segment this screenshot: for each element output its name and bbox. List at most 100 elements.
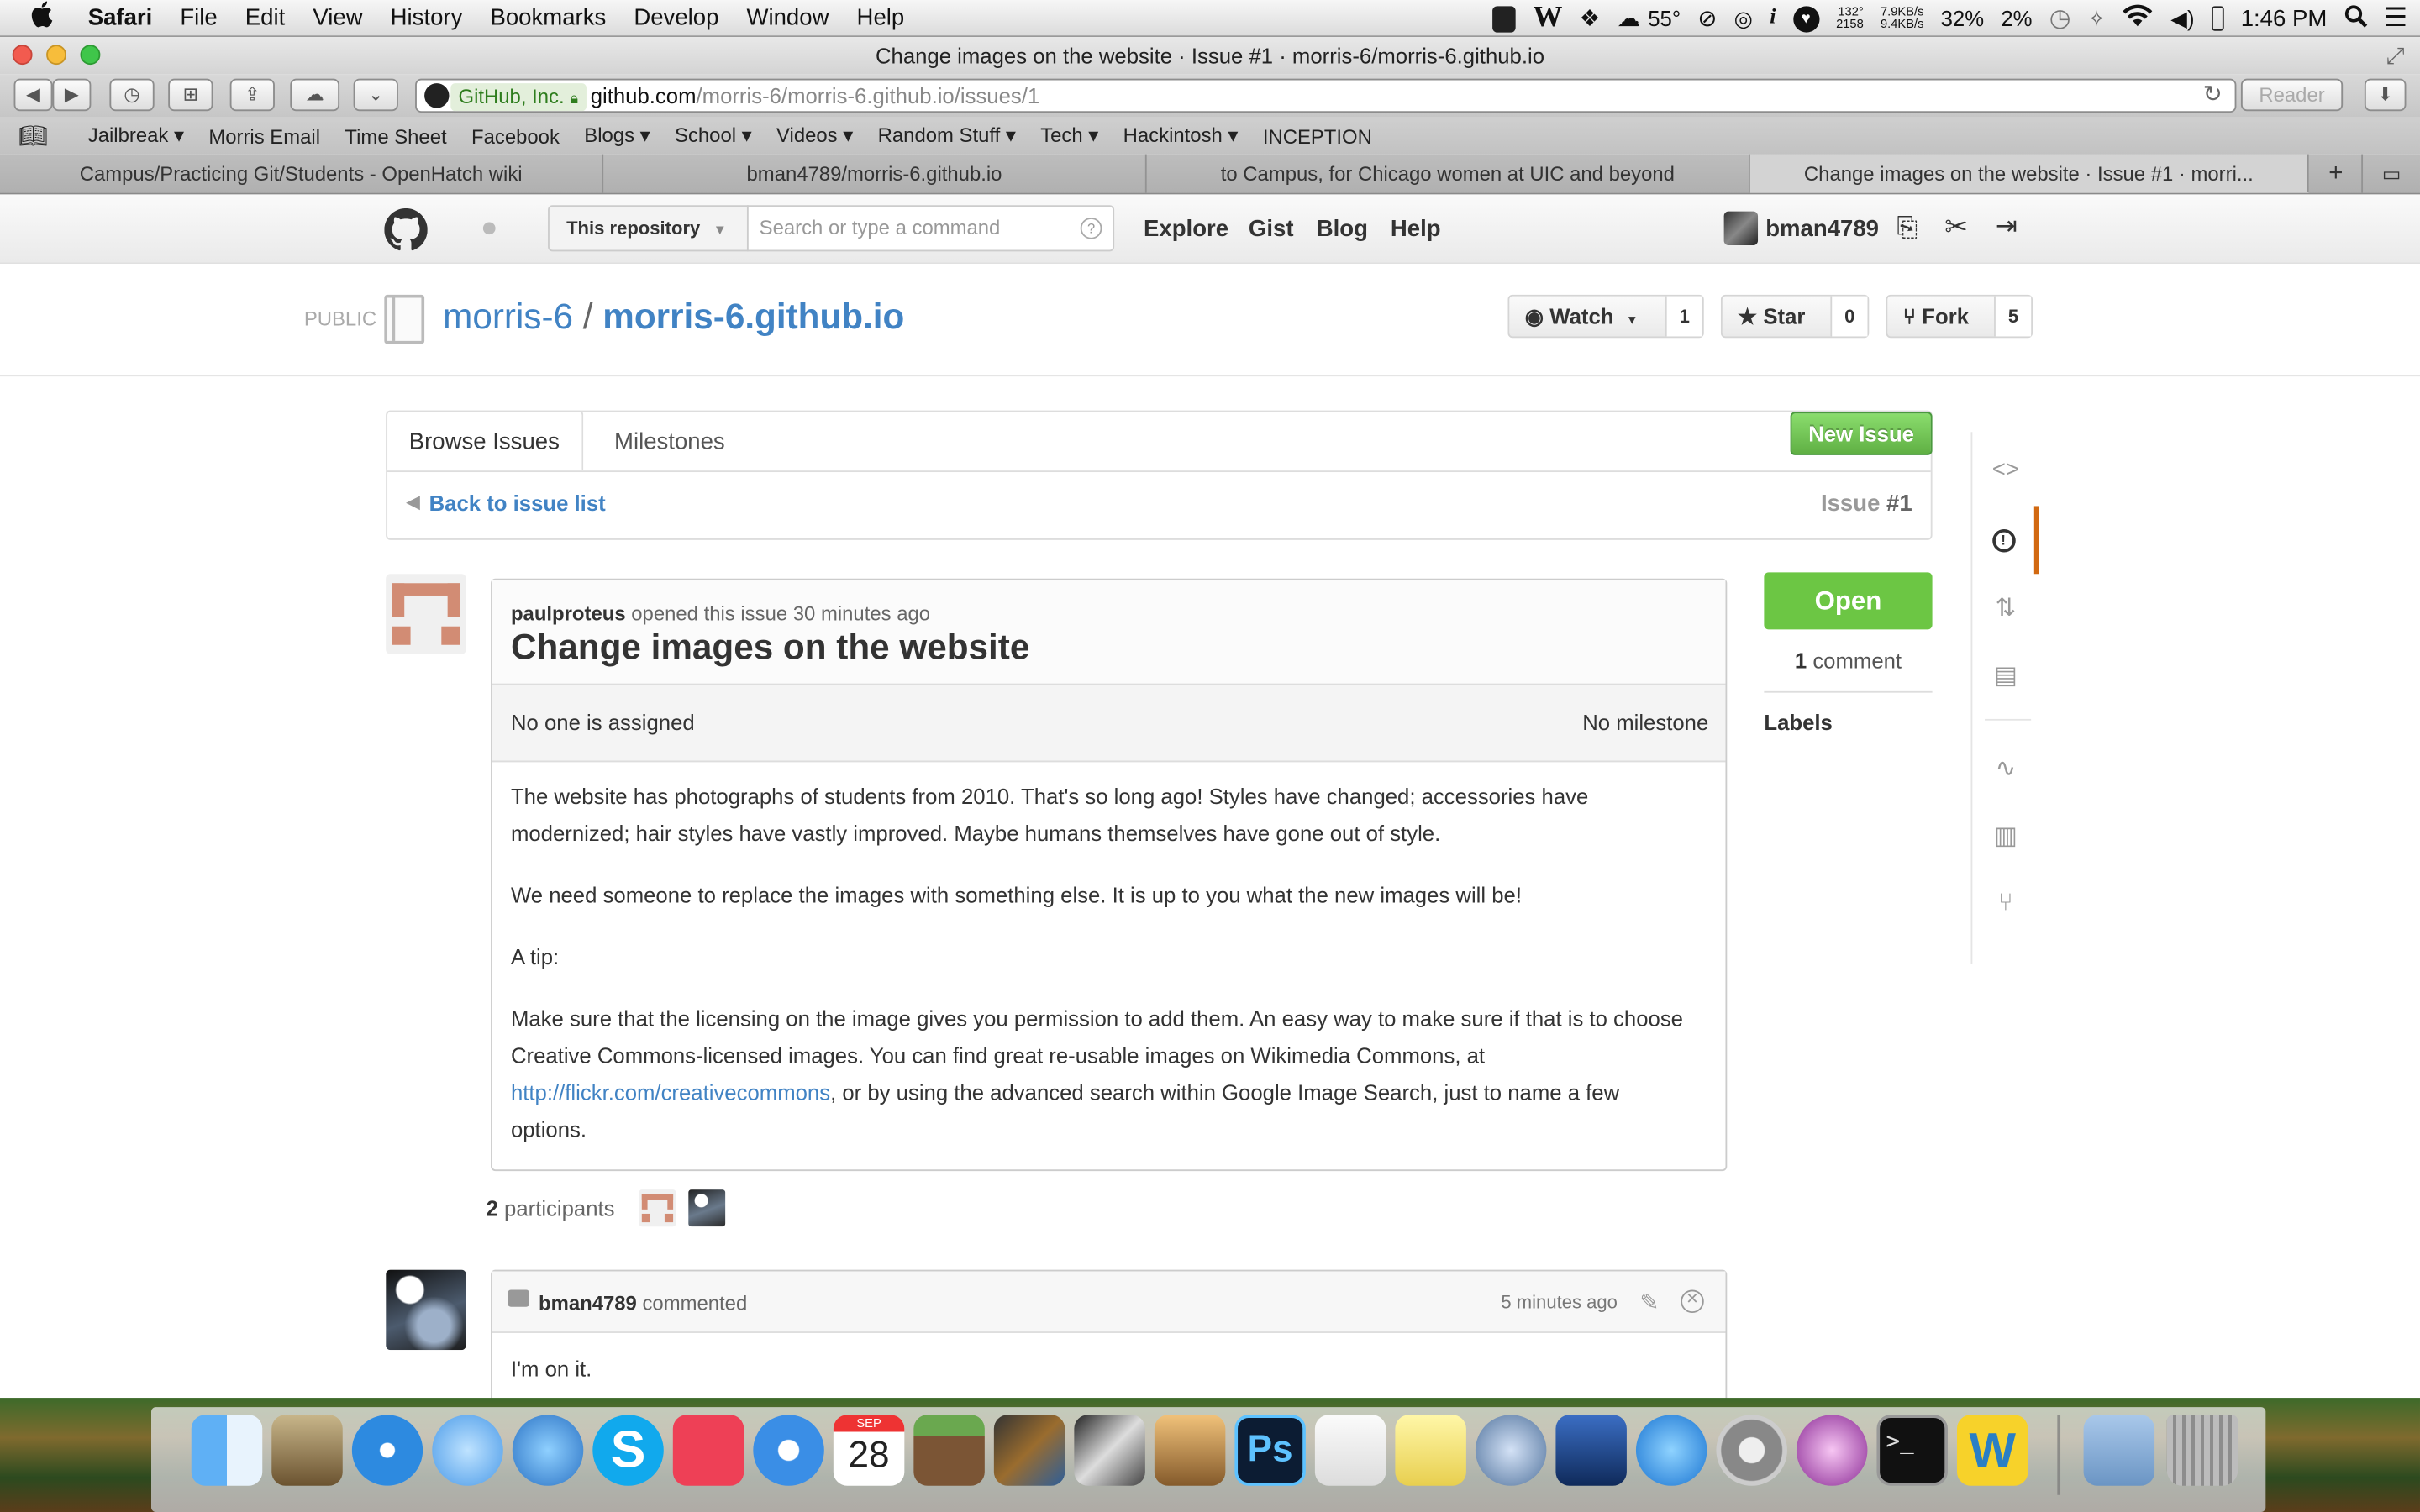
- weather-icon[interactable]: ☁: [1618, 5, 1641, 33]
- system-preferences-gear-icon[interactable]: [1716, 1415, 1787, 1486]
- delete-comment-icon[interactable]: ✕: [1681, 1289, 1704, 1314]
- photoshop-icon[interactable]: Ps: [1234, 1415, 1306, 1486]
- pulse-icon[interactable]: ∿: [1972, 734, 2039, 802]
- menu-edit[interactable]: Edit: [231, 5, 299, 31]
- nav-gist[interactable]: Gist: [1249, 194, 1294, 264]
- spotlight-search-icon[interactable]: [2344, 5, 2368, 33]
- menu-view[interactable]: View: [299, 5, 376, 31]
- reload-icon[interactable]: ↻: [2203, 81, 2223, 112]
- back-to-issue-list-link[interactable]: Back to issue list: [429, 491, 606, 515]
- tab-active-issue[interactable]: Change images on the website · Issue #1 …: [1749, 154, 2309, 193]
- itunes-icon[interactable]: [753, 1415, 824, 1486]
- back-button[interactable]: ◀: [13, 78, 53, 112]
- trash-icon[interactable]: [2166, 1415, 2238, 1486]
- comment-timestamp[interactable]: 5 minutes ago: [1501, 1291, 1617, 1313]
- bookmark-morris-email[interactable]: Morris Email: [197, 124, 333, 148]
- flickr-creativecommons-link[interactable]: http://flickr.com/creativecommons: [511, 1080, 830, 1105]
- hardware-monitor-icon[interactable]: [1492, 5, 1517, 32]
- messages-icon[interactable]: [432, 1415, 503, 1486]
- edit-pencil-icon[interactable]: ✎: [1639, 1289, 1659, 1316]
- bookmark-tech[interactable]: Tech ▾: [1028, 123, 1111, 148]
- address-bar[interactable]: GitHub, Inc. 🔒︎ github.com/morris-6/morri…: [415, 78, 2237, 113]
- battery-icon[interactable]: [2211, 6, 2224, 31]
- search-help-icon[interactable]: ?: [1080, 217, 1102, 239]
- skype-icon[interactable]: S: [592, 1415, 664, 1486]
- bookmark-random-stuff[interactable]: Random Stuff ▾: [865, 123, 1028, 148]
- new-tab-button[interactable]: +: [2311, 154, 2364, 193]
- forward-button[interactable]: ▶: [52, 78, 92, 112]
- create-repo-icon[interactable]: ⎘: [1897, 213, 1918, 244]
- tab-bman4789-repo[interactable]: bman4789/morris-6.github.io: [603, 154, 1147, 193]
- menu-window[interactable]: Window: [733, 5, 843, 31]
- bookmark-school[interactable]: School ▾: [662, 123, 764, 148]
- bookmark-time-sheet[interactable]: Time Sheet: [333, 124, 460, 148]
- issue-author-link[interactable]: paulproteus: [511, 601, 626, 625]
- menu-help[interactable]: Help: [843, 5, 918, 31]
- watch-button[interactable]: ◉ Watch ▼ 1: [1507, 294, 1704, 339]
- nav-help[interactable]: Help: [1391, 194, 1441, 264]
- apple-menu-icon[interactable]: [0, 0, 74, 35]
- watch-count[interactable]: 1: [1665, 296, 1702, 337]
- app-store-icon[interactable]: [1635, 1415, 1707, 1486]
- graphs-icon[interactable]: ▥: [1972, 802, 2039, 870]
- repo-name-link[interactable]: morris-6.github.io: [602, 297, 904, 337]
- cpu-usage[interactable]: 32%: [1941, 6, 1984, 30]
- menu-bookmarks[interactable]: Bookmarks: [476, 5, 620, 31]
- menu-app-name[interactable]: Safari: [74, 5, 166, 31]
- bookmark-jailbreak[interactable]: Jailbreak ▾: [76, 123, 197, 148]
- pocket-app-icon[interactable]: [672, 1415, 744, 1486]
- bookmark-blogs[interactable]: Blogs ▾: [572, 123, 663, 148]
- tab-openhatch-wiki[interactable]: Campus/Practicing Git/Students - OpenHat…: [0, 154, 604, 193]
- mail-stamp-icon[interactable]: [271, 1415, 343, 1486]
- minecraft-icon[interactable]: [913, 1415, 985, 1486]
- network-readout[interactable]: 7.9KB/s 9.4KB/s: [1881, 5, 1923, 30]
- zoom-window-button[interactable]: [80, 45, 101, 66]
- icloud-tabs-icon[interactable]: ☁: [290, 78, 340, 112]
- reader-button[interactable]: Reader: [2240, 78, 2344, 112]
- notification-center-icon[interactable]: ☰: [2384, 3, 2407, 34]
- wiki-icon[interactable]: ▤: [1972, 642, 2039, 710]
- tab-overview-icon[interactable]: ▭: [2363, 155, 2420, 193]
- wikipedia-icon[interactable]: W: [1534, 2, 1563, 35]
- downloads-icon[interactable]: ⬇: [2364, 78, 2407, 112]
- xcode-instruments-icon[interactable]: [1475, 1415, 1547, 1486]
- issue-assignee[interactable]: No one is assigned: [511, 710, 695, 734]
- history-icon[interactable]: ◷: [109, 78, 155, 112]
- headphones-icon[interactable]: ◎: [1734, 5, 1753, 31]
- clock-time[interactable]: 1:46 PM: [2241, 5, 2328, 31]
- menu-history[interactable]: History: [376, 5, 476, 31]
- memory-usage[interactable]: 2%: [2001, 6, 2032, 30]
- notifications-dot-icon[interactable]: [482, 222, 496, 235]
- yellow-w-app-icon[interactable]: W: [1956, 1415, 2028, 1486]
- sign-out-icon[interactable]: ⇥: [1996, 212, 2018, 243]
- search-input[interactable]: Search or type a command: [746, 205, 1115, 252]
- bookmark-videos[interactable]: Videos ▾: [764, 123, 865, 148]
- share-icon[interactable]: ⇪: [229, 78, 275, 112]
- network-utility-icon[interactable]: [1555, 1415, 1627, 1486]
- participant-avatar[interactable]: [639, 1189, 676, 1227]
- dropbox-icon[interactable]: ❖: [1580, 5, 1601, 33]
- preview-photos-icon[interactable]: [1154, 1415, 1226, 1486]
- star-count[interactable]: 0: [1830, 296, 1868, 337]
- applications-folder-icon[interactable]: [2083, 1415, 2155, 1486]
- video-editor-icon[interactable]: [993, 1415, 1065, 1486]
- comment-author-avatar[interactable]: [386, 1269, 466, 1351]
- wifi-icon[interactable]: [2123, 4, 2154, 33]
- search-scope-dropdown[interactable]: This repository ▼: [548, 205, 749, 252]
- bookmark-facebook[interactable]: Facebook: [459, 124, 571, 148]
- volume-icon[interactable]: ◀︎): [2170, 5, 2194, 31]
- pocket-icon[interactable]: ⌄: [353, 78, 398, 112]
- tab-browse-issues[interactable]: Browse Issues: [386, 410, 583, 471]
- safari-compass-icon[interactable]: [351, 1415, 424, 1486]
- final-cut-icon[interactable]: [1074, 1415, 1145, 1486]
- no-entry-icon[interactable]: ⊘: [1697, 5, 1717, 33]
- top-sites-icon[interactable]: ⊞: [168, 78, 213, 112]
- terminal-icon[interactable]: >_: [1876, 1415, 1948, 1486]
- stickies-icon[interactable]: [1395, 1415, 1466, 1486]
- minimize-window-button[interactable]: [46, 45, 66, 66]
- star-button[interactable]: ★ Star 0: [1720, 294, 1870, 339]
- fullscreen-icon[interactable]: ⤢: [2386, 43, 2405, 69]
- issues-icon[interactable]: !: [1972, 506, 2039, 575]
- tab-campus-chicago[interactable]: to Campus, for Chicago women at UIC and …: [1147, 154, 1750, 193]
- twitter-bird-icon[interactable]: [512, 1415, 584, 1486]
